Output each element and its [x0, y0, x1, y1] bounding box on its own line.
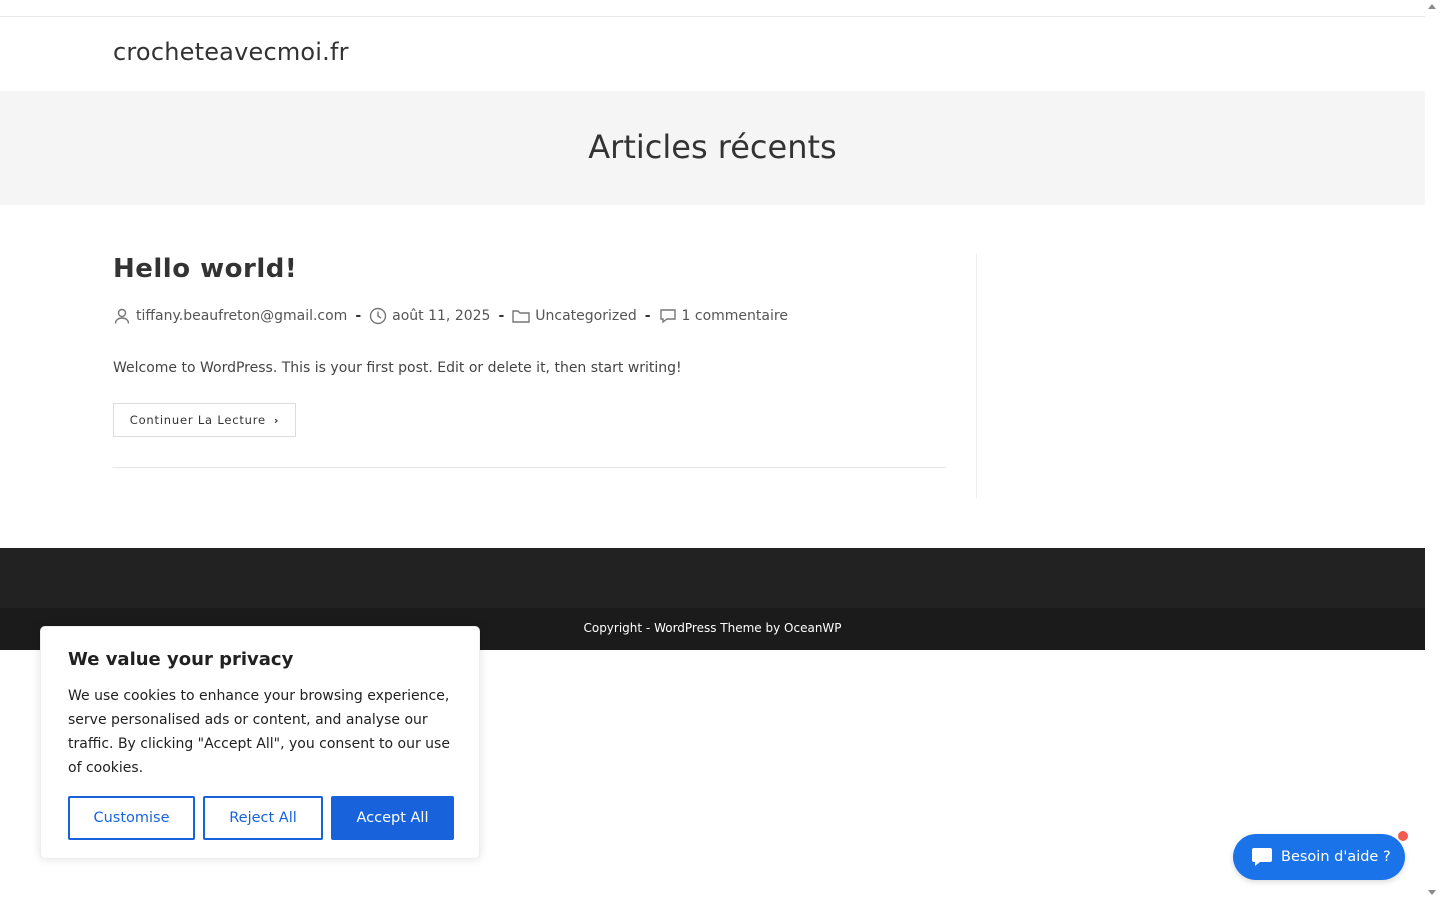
meta-separator: -	[644, 308, 651, 324]
footer-widgets	[0, 548, 1425, 608]
page-title: Articles récents	[588, 128, 837, 166]
reject-all-button[interactable]: Reject All	[203, 796, 323, 840]
page-header: Articles récents	[0, 91, 1425, 205]
user-icon	[114, 308, 130, 324]
scroll-up-arrow-icon[interactable]	[1428, 4, 1436, 9]
accept-all-button[interactable]: Accept All	[331, 796, 454, 840]
notification-dot	[1397, 830, 1409, 842]
meta-separator: -	[355, 308, 362, 324]
read-more-button[interactable]: Continuer La Lecture ›	[113, 403, 296, 437]
post-excerpt: Welcome to WordPress. This is your first…	[113, 360, 682, 376]
meta-separator: -	[498, 308, 505, 324]
chat-bubble-icon	[1252, 848, 1272, 866]
post-title-link[interactable]: Hello world!	[113, 254, 297, 284]
vertical-scrollbar[interactable]	[1425, 0, 1440, 900]
post-author: tiffany.beaufreton@gmail.com	[113, 307, 347, 325]
top-bar	[0, 0, 1425, 17]
folder-icon	[512, 310, 530, 323]
post-date-text: août 11, 2025	[392, 308, 491, 324]
post-meta: tiffany.beaufreton@gmail.com - août 11, …	[113, 307, 788, 325]
cookie-title: We value your privacy	[68, 649, 294, 670]
post-date: août 11, 2025	[369, 307, 490, 325]
cookie-consent-banner: We value your privacy We use cookies to …	[40, 626, 480, 859]
post-author-link[interactable]: tiffany.beaufreton@gmail.com	[136, 308, 347, 324]
site-title-link[interactable]: crocheteavecmoi.fr	[113, 38, 349, 66]
clock-icon	[369, 307, 387, 325]
customise-button[interactable]: Customise	[68, 796, 195, 840]
help-chat-button[interactable]: Besoin d'aide ?	[1233, 830, 1409, 880]
read-more-label: Continuer La Lecture	[129, 413, 266, 427]
help-chat-label: Besoin d'aide ?	[1281, 849, 1391, 865]
post-divider	[113, 467, 946, 468]
post-category-link[interactable]: Uncategorized	[535, 308, 636, 324]
comment-icon	[659, 309, 676, 324]
post-category: Uncategorized	[512, 307, 637, 325]
cookie-text: We use cookies to enhance your browsing …	[68, 688, 450, 776]
post-comments: 1 commentaire	[659, 307, 788, 325]
site-header: crocheteavecmoi.fr	[0, 17, 1425, 91]
chevron-right-icon: ›	[273, 413, 280, 427]
sidebar-divider	[976, 254, 977, 498]
post-comments-link[interactable]: 1 commentaire	[682, 308, 788, 324]
scroll-down-arrow-icon[interactable]	[1428, 890, 1436, 895]
